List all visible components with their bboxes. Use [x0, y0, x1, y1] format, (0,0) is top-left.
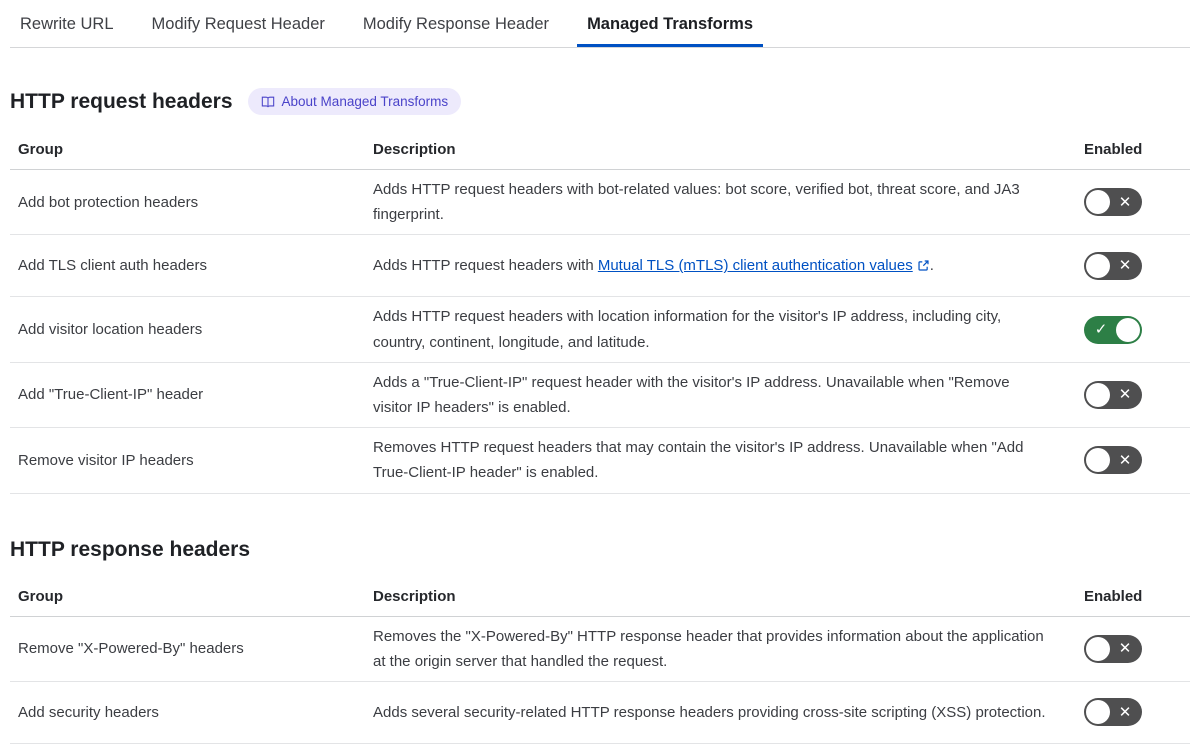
- column-header-enabled: Enabled: [1084, 141, 1143, 158]
- description-cell: Adds several security-related HTTP respo…: [373, 703, 1046, 721]
- description-cell: Adds HTTP request headers with location …: [373, 308, 1002, 351]
- enabled-toggle-add-security-headers[interactable]: ✕: [1084, 698, 1142, 727]
- section-title-response: HTTP response headers: [10, 537, 251, 561]
- tab-managed-transforms[interactable]: Managed Transforms: [577, 0, 763, 47]
- table-row-add-security-headers: Add security headers Adds several securit…: [10, 682, 1190, 744]
- external-link-icon: [913, 257, 930, 274]
- request-headers-section: HTTP request headers About Managed Trans…: [10, 88, 1190, 494]
- description-cell: Adds HTTP request headers with bot-relat…: [373, 181, 1020, 224]
- check-icon: ✓: [1094, 321, 1108, 339]
- description-cell: Adds HTTP request headers with Mutual TL…: [373, 257, 934, 275]
- x-icon: ✕: [1118, 193, 1132, 211]
- description-link[interactable]: Mutual TLS (mTLS) client authentication …: [598, 257, 930, 274]
- enabled-cell: ✕: [1075, 698, 1182, 727]
- tab-rewrite-url[interactable]: Rewrite URL: [10, 0, 124, 47]
- toggle-knob: [1116, 317, 1140, 342]
- enabled-toggle-add-visitor-location-headers[interactable]: ✓: [1084, 315, 1142, 344]
- enabled-cell: ✕: [1075, 634, 1182, 663]
- table-row-remove-x-powered-by-headers: Remove "X-Powered-By" headers Removes the…: [10, 617, 1190, 682]
- table-row-add-true-client-ip-header: Add "True-Client-IP" header Adds a "True-…: [10, 363, 1190, 429]
- x-icon: ✕: [1118, 640, 1132, 658]
- enabled-cell: ✕: [1075, 380, 1182, 409]
- section-title-request: HTTP request headers: [10, 89, 233, 113]
- request-section-header: HTTP request headers About Managed Trans…: [10, 88, 1190, 115]
- table-row-add-visitor-location-headers: Add visitor location headers Adds HTTP re…: [10, 297, 1190, 363]
- enabled-toggle-remove-x-powered-by-headers[interactable]: ✕: [1084, 634, 1142, 663]
- group-cell: Add security headers: [18, 703, 159, 721]
- toggle-knob: [1086, 700, 1110, 725]
- table-row-remove-visitor-ip-headers: Remove visitor IP headers Removes HTTP re…: [10, 428, 1190, 494]
- response-section-header: HTTP response headers: [10, 538, 1190, 562]
- enabled-toggle-remove-visitor-ip-headers[interactable]: ✕: [1084, 446, 1142, 475]
- table-header-row: Group Description Enabled: [10, 128, 1190, 170]
- table-row-add-tls-client-auth-headers: Add TLS client auth headers Adds HTTP req…: [10, 235, 1190, 298]
- tab-modify-response-header[interactable]: Modify Response Header: [353, 0, 559, 47]
- group-cell: Add TLS client auth headers: [18, 257, 208, 275]
- column-header-enabled: Enabled: [1084, 587, 1143, 605]
- column-header-description: Description: [373, 587, 456, 605]
- enabled-cell: ✓: [1075, 315, 1182, 344]
- toggle-knob: [1086, 382, 1110, 407]
- group-cell: Remove "X-Powered-By" headers: [18, 640, 244, 658]
- enabled-toggle-add-true-client-ip-header[interactable]: ✕: [1084, 380, 1142, 409]
- toggle-knob: [1086, 190, 1110, 215]
- x-icon: ✕: [1118, 386, 1132, 404]
- group-cell: Remove visitor IP headers: [18, 451, 194, 469]
- toggle-knob: [1086, 636, 1110, 661]
- response-headers-table: Group Description Enabled Remove "X-Powe…: [10, 575, 1190, 744]
- about-managed-transforms-badge[interactable]: About Managed Transforms: [247, 88, 462, 115]
- table-header-row: Group Description Enabled: [10, 575, 1190, 617]
- table-row-add-bot-protection-headers: Add bot protection headers Adds HTTP requ…: [10, 170, 1190, 236]
- enabled-cell: ✕: [1075, 446, 1182, 475]
- toggle-knob: [1086, 253, 1110, 278]
- response-headers-section: HTTP response headers Group Description …: [10, 538, 1190, 744]
- toggle-knob: [1086, 448, 1110, 473]
- x-icon: ✕: [1118, 451, 1132, 469]
- description-cell: Removes the "X-Powered-By" HTTP response…: [373, 627, 1044, 670]
- response-headers-rows: Remove "X-Powered-By" headers Removes the…: [10, 617, 1190, 744]
- enabled-toggle-add-tls-client-auth-headers[interactable]: ✕: [1084, 251, 1142, 280]
- group-cell: Add bot protection headers: [18, 193, 199, 211]
- x-icon: ✕: [1118, 257, 1132, 275]
- column-header-group: Group: [18, 587, 63, 605]
- badge-label: About Managed Transforms: [281, 94, 449, 109]
- description-cell: Adds a "True-Client-IP" request header w…: [373, 373, 1010, 416]
- column-header-group: Group: [18, 141, 63, 158]
- enabled-cell: ✕: [1075, 251, 1182, 280]
- description-cell: Removes HTTP request headers that may co…: [373, 439, 1024, 482]
- column-header-description: Description: [373, 141, 456, 158]
- enabled-cell: ✕: [1075, 188, 1182, 217]
- x-icon: ✕: [1118, 703, 1132, 721]
- request-headers-rows: Add bot protection headers Adds HTTP requ…: [10, 170, 1190, 494]
- group-cell: Add visitor location headers: [18, 320, 203, 338]
- group-cell: Add "True-Client-IP" header: [18, 386, 204, 404]
- request-headers-table: Group Description Enabled Add bot protec…: [10, 128, 1190, 494]
- tab-bar: Rewrite URL Modify Request Header Modify R…: [10, 0, 1190, 48]
- tab-modify-request-header[interactable]: Modify Request Header: [142, 0, 335, 47]
- enabled-toggle-add-bot-protection-headers[interactable]: ✕: [1084, 188, 1142, 217]
- book-icon: [261, 95, 275, 109]
